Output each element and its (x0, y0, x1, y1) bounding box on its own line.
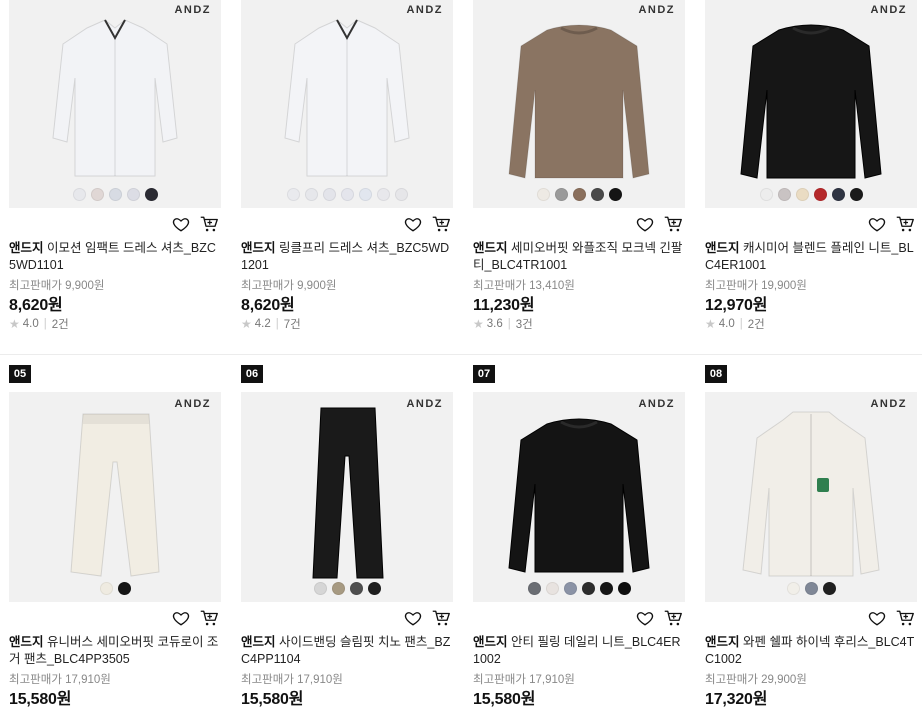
rank-badge: 05 (9, 365, 31, 383)
product-photo (9, 392, 221, 602)
color-swatches (241, 582, 453, 595)
sale-price: 15,580원 (241, 691, 304, 708)
rank-badge: 08 (705, 365, 727, 383)
product-brand: 앤드지 (241, 635, 276, 649)
product-name[interactable]: 앤드지 와펜 쉘파 하이넥 후리스_BLC4TC1002 (705, 634, 917, 668)
color-swatch[interactable] (367, 582, 381, 595)
heart-icon[interactable] (171, 608, 191, 628)
product-brand: 앤드지 (705, 635, 740, 649)
row-divider (0, 354, 922, 355)
brand-watermark: ANDZ (174, 398, 211, 410)
brand-watermark: ANDZ (870, 398, 907, 410)
product-name[interactable]: 앤드지 안티 필링 데일리 니트_BLC4ER1002 (473, 634, 685, 668)
color-swatch[interactable] (313, 582, 327, 595)
product-photo (473, 392, 685, 602)
color-swatches (9, 582, 221, 595)
product-photo (241, 392, 453, 602)
product-card[interactable]: 06 ANDZ 앤드지 사이드밴딩 슬림핏 치노 팬츠_BZC4PP1104 최고… (241, 0, 453, 718)
product-brand: 앤드지 (473, 635, 508, 649)
product-name[interactable]: 앤드지 사이드밴딩 슬림핏 치노 팬츠_BZC4PP1104 (241, 634, 453, 668)
product-image[interactable]: ANDZ (241, 392, 453, 602)
color-swatch[interactable] (99, 582, 113, 595)
heart-icon[interactable] (867, 608, 887, 628)
color-swatches (705, 582, 917, 595)
color-swatch[interactable] (804, 582, 818, 595)
rank-badge: 07 (473, 365, 495, 383)
cart-icon[interactable] (663, 608, 683, 628)
product-actions (635, 607, 683, 629)
sale-price: 15,580원 (473, 691, 536, 708)
product-actions (403, 607, 451, 629)
product-brand: 앤드지 (9, 635, 44, 649)
heart-icon[interactable] (635, 608, 655, 628)
color-swatch[interactable] (617, 582, 631, 595)
color-swatch[interactable] (117, 582, 131, 595)
color-swatch[interactable] (545, 582, 559, 595)
color-swatch[interactable] (349, 582, 363, 595)
heart-icon[interactable] (403, 608, 423, 628)
product-image[interactable]: ANDZ (473, 392, 685, 602)
sale-price: 17,320원 (705, 691, 768, 708)
color-swatches (473, 582, 685, 595)
rank-badge: 06 (241, 365, 263, 383)
color-swatch[interactable] (331, 582, 345, 595)
product-actions (867, 607, 915, 629)
color-swatch[interactable] (563, 582, 577, 595)
product-card[interactable]: 08 ANDZ 앤드지 와펜 쉘파 하이넥 후리스_BLC4TC1002 최고판매… (705, 0, 917, 718)
color-swatch[interactable] (581, 582, 595, 595)
product-photo (705, 392, 917, 602)
cart-icon[interactable] (199, 608, 219, 628)
color-swatch[interactable] (599, 582, 613, 595)
color-swatch[interactable] (527, 582, 541, 595)
product-name[interactable]: 앤드지 유니버스 세미오버핏 코듀로이 조거 팬츠_BLC4PP3505 (9, 634, 221, 668)
product-image[interactable]: ANDZ (9, 392, 221, 602)
sale-price: 15,580원 (9, 691, 72, 708)
product-card[interactable]: 07 ANDZ 앤드지 안티 필링 데일리 니트_BLC4ER1002 최고판매가… (473, 0, 685, 718)
product-card[interactable]: 05 ANDZ 앤드지 유니버스 세미오버핏 코듀로이 조거 팬츠_BLC4PP… (9, 0, 221, 718)
color-swatch[interactable] (786, 582, 800, 595)
cart-icon[interactable] (895, 608, 915, 628)
color-swatch[interactable] (822, 582, 836, 595)
brand-watermark: ANDZ (406, 398, 443, 410)
cart-icon[interactable] (431, 608, 451, 628)
product-image[interactable]: ANDZ (705, 392, 917, 602)
product-actions (171, 607, 219, 629)
brand-watermark: ANDZ (638, 398, 675, 410)
